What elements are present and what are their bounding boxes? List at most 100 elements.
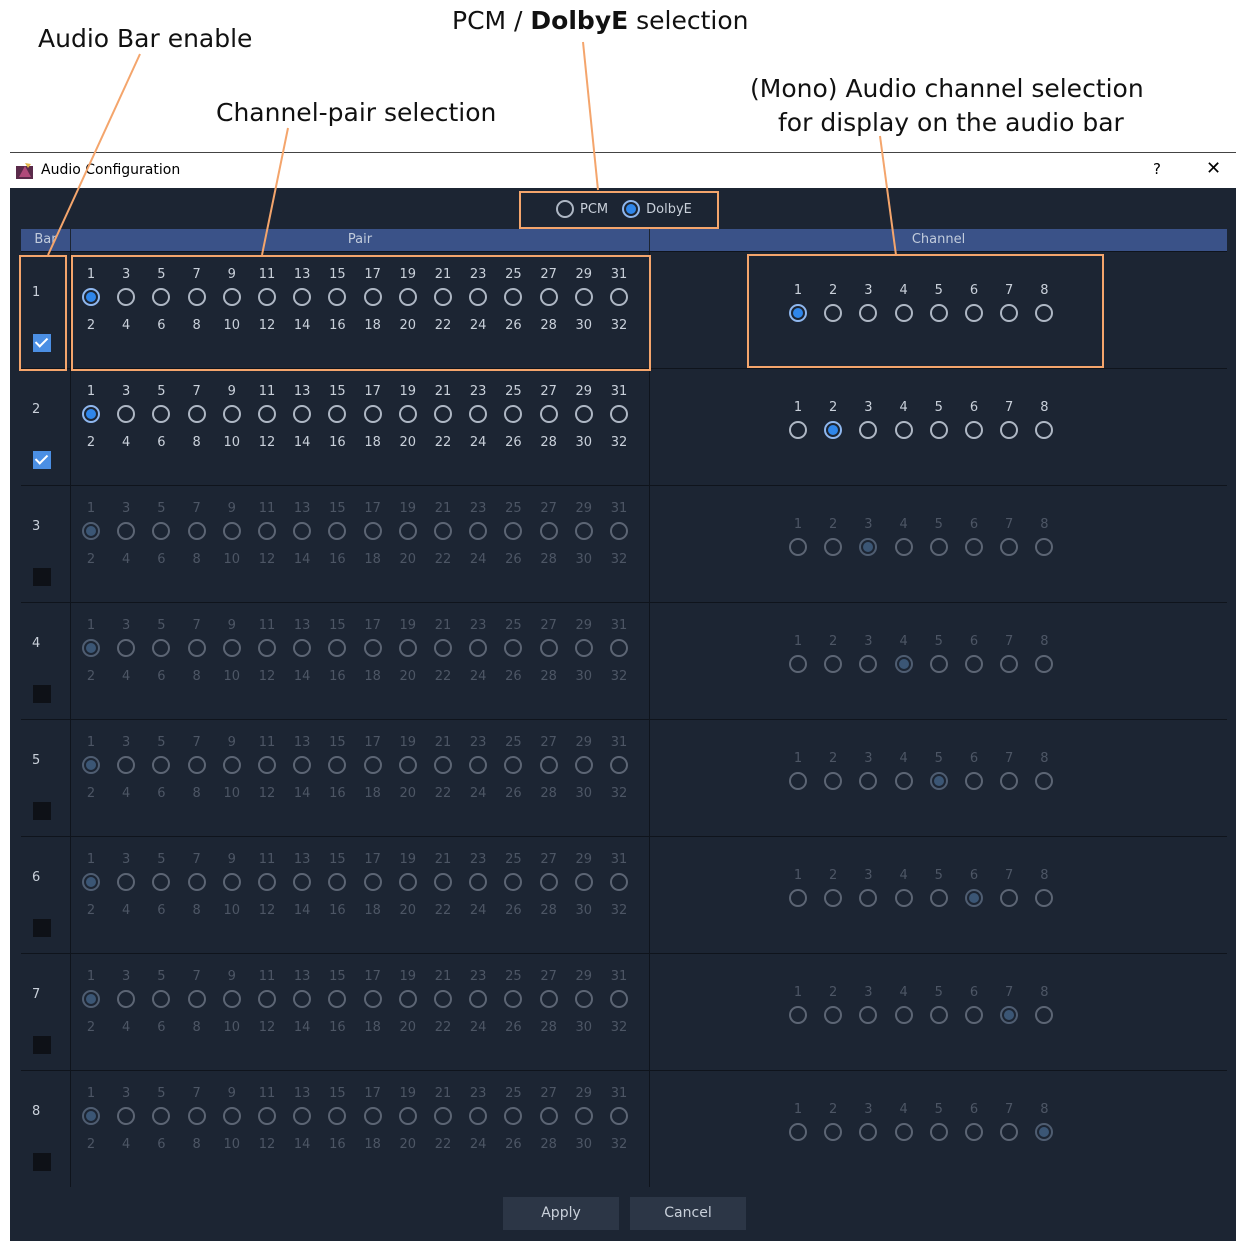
pair-radio[interactable] <box>293 405 312 423</box>
channel-radio[interactable] <box>1035 421 1054 439</box>
channel-option[interactable]: 8 <box>1029 516 1059 561</box>
pair-option[interactable]: 23 24 <box>463 383 493 452</box>
pair-radio[interactable] <box>328 990 347 1008</box>
pair-radio[interactable] <box>222 405 241 423</box>
channel-option[interactable]: 8 <box>1029 399 1059 444</box>
pair-radio[interactable] <box>82 1107 100 1125</box>
pair-radio[interactable] <box>363 405 382 423</box>
pair-radio[interactable] <box>152 639 171 657</box>
pair-option[interactable]: 21 22 <box>428 968 458 1037</box>
pair-radio[interactable] <box>328 756 347 774</box>
pair-radio[interactable] <box>539 756 558 774</box>
channel-radio[interactable] <box>859 421 878 439</box>
apply-button[interactable]: Apply <box>503 1197 619 1230</box>
channel-option[interactable]: 6 <box>959 1101 989 1146</box>
pair-option[interactable]: 13 14 <box>287 1085 317 1154</box>
pair-option[interactable]: 27 28 <box>534 1085 564 1154</box>
pair-radio[interactable] <box>258 405 276 423</box>
pair-option[interactable]: 23 24 <box>463 851 493 920</box>
pair-option[interactable]: 78 <box>182 968 212 1037</box>
pair-option[interactable]: 11 12 <box>252 500 282 569</box>
pair-option[interactable]: 13 14 <box>287 383 317 452</box>
channel-radio[interactable] <box>824 1006 843 1024</box>
pair-radio[interactable] <box>293 1107 312 1125</box>
channel-radio[interactable] <box>1000 889 1019 907</box>
channel-option[interactable]: 5 <box>924 399 954 444</box>
pair-option[interactable]: 15 16 <box>322 851 352 920</box>
channel-radio[interactable] <box>894 889 913 907</box>
pair-option[interactable]: 11 12 <box>252 617 282 686</box>
channel-option[interactable]: 4 <box>889 867 919 912</box>
pair-radio[interactable] <box>152 1107 171 1125</box>
pair-option[interactable]: 27 28 <box>534 383 564 452</box>
channel-option[interactable]: 8 <box>1029 867 1059 912</box>
bar-enable-checkbox[interactable] <box>33 685 51 703</box>
pair-radio[interactable] <box>258 1107 276 1125</box>
pair-radio[interactable] <box>328 522 347 540</box>
pair-option[interactable]: 31 32 <box>604 734 634 803</box>
channel-option[interactable]: 8 <box>1029 633 1059 678</box>
pair-option[interactable]: 12 <box>76 500 106 569</box>
pair-radio[interactable] <box>434 405 452 423</box>
pair-radio[interactable] <box>398 522 417 540</box>
channel-radio[interactable] <box>789 1123 807 1141</box>
pair-option[interactable]: 31 32 <box>604 968 634 1037</box>
channel-option[interactable]: 2 <box>818 1101 848 1146</box>
channel-option[interactable]: 5 <box>924 750 954 795</box>
pair-radio[interactable] <box>539 522 558 540</box>
channel-option[interactable]: 2 <box>818 516 848 561</box>
pair-option[interactable]: 9 10 <box>217 851 247 920</box>
channel-radio[interactable] <box>824 889 843 907</box>
pair-radio[interactable] <box>363 756 382 774</box>
channel-radio[interactable] <box>1000 1006 1019 1024</box>
channel-option[interactable]: 3 <box>853 867 883 912</box>
pair-radio[interactable] <box>222 1107 241 1125</box>
pair-radio[interactable] <box>610 1107 628 1125</box>
pair-radio[interactable] <box>398 639 417 657</box>
pair-radio[interactable] <box>222 756 241 774</box>
channel-option[interactable]: 7 <box>994 633 1024 678</box>
pair-option[interactable]: 12 <box>76 851 106 920</box>
pair-option[interactable]: 25 26 <box>498 617 528 686</box>
channel-option[interactable]: 8 <box>1029 750 1059 795</box>
pair-option[interactable]: 15 16 <box>322 1085 352 1154</box>
channel-radio[interactable] <box>1035 772 1054 790</box>
pair-option[interactable]: 31 32 <box>604 617 634 686</box>
pair-option[interactable]: 78 <box>182 1085 212 1154</box>
pair-radio[interactable] <box>504 639 523 657</box>
bar-enable-checkbox[interactable] <box>33 919 51 937</box>
pair-option[interactable]: 29 30 <box>569 1085 599 1154</box>
pair-option[interactable]: 13 14 <box>287 851 317 920</box>
bar-enable-checkbox[interactable] <box>33 1036 51 1054</box>
pair-option[interactable]: 25 26 <box>498 500 528 569</box>
pair-option[interactable]: 78 <box>182 383 212 452</box>
channel-radio[interactable] <box>894 772 913 790</box>
channel-option[interactable]: 7 <box>994 516 1024 561</box>
pair-option[interactable]: 27 28 <box>534 500 564 569</box>
pair-option[interactable]: 17 18 <box>358 617 388 686</box>
channel-option[interactable]: 6 <box>959 867 989 912</box>
pair-option[interactable]: 19 20 <box>393 383 423 452</box>
pair-option[interactable]: 27 28 <box>534 851 564 920</box>
pair-option[interactable]: 11 12 <box>252 968 282 1037</box>
bar-enable-checkbox[interactable] <box>33 1153 51 1171</box>
cancel-button[interactable]: Cancel <box>630 1197 746 1230</box>
pair-option[interactable]: 12 <box>76 383 106 452</box>
pair-radio[interactable] <box>187 522 206 540</box>
channel-radio[interactable] <box>824 538 843 556</box>
channel-radio[interactable] <box>965 421 983 439</box>
pair-option[interactable]: 13 14 <box>287 968 317 1037</box>
channel-option[interactable]: 6 <box>959 984 989 1029</box>
pair-radio[interactable] <box>504 522 523 540</box>
channel-option[interactable]: 3 <box>853 750 883 795</box>
pair-radio[interactable] <box>187 990 206 1008</box>
channel-radio[interactable] <box>894 655 913 673</box>
pair-option[interactable]: 34 <box>111 617 141 686</box>
pair-radio[interactable] <box>574 639 593 657</box>
channel-option[interactable]: 4 <box>889 750 919 795</box>
pair-option[interactable]: 34 <box>111 500 141 569</box>
pair-option[interactable]: 12 <box>76 1085 106 1154</box>
channel-radio[interactable] <box>929 538 948 556</box>
channel-option[interactable]: 1 <box>783 750 813 795</box>
pair-radio[interactable] <box>469 873 488 891</box>
